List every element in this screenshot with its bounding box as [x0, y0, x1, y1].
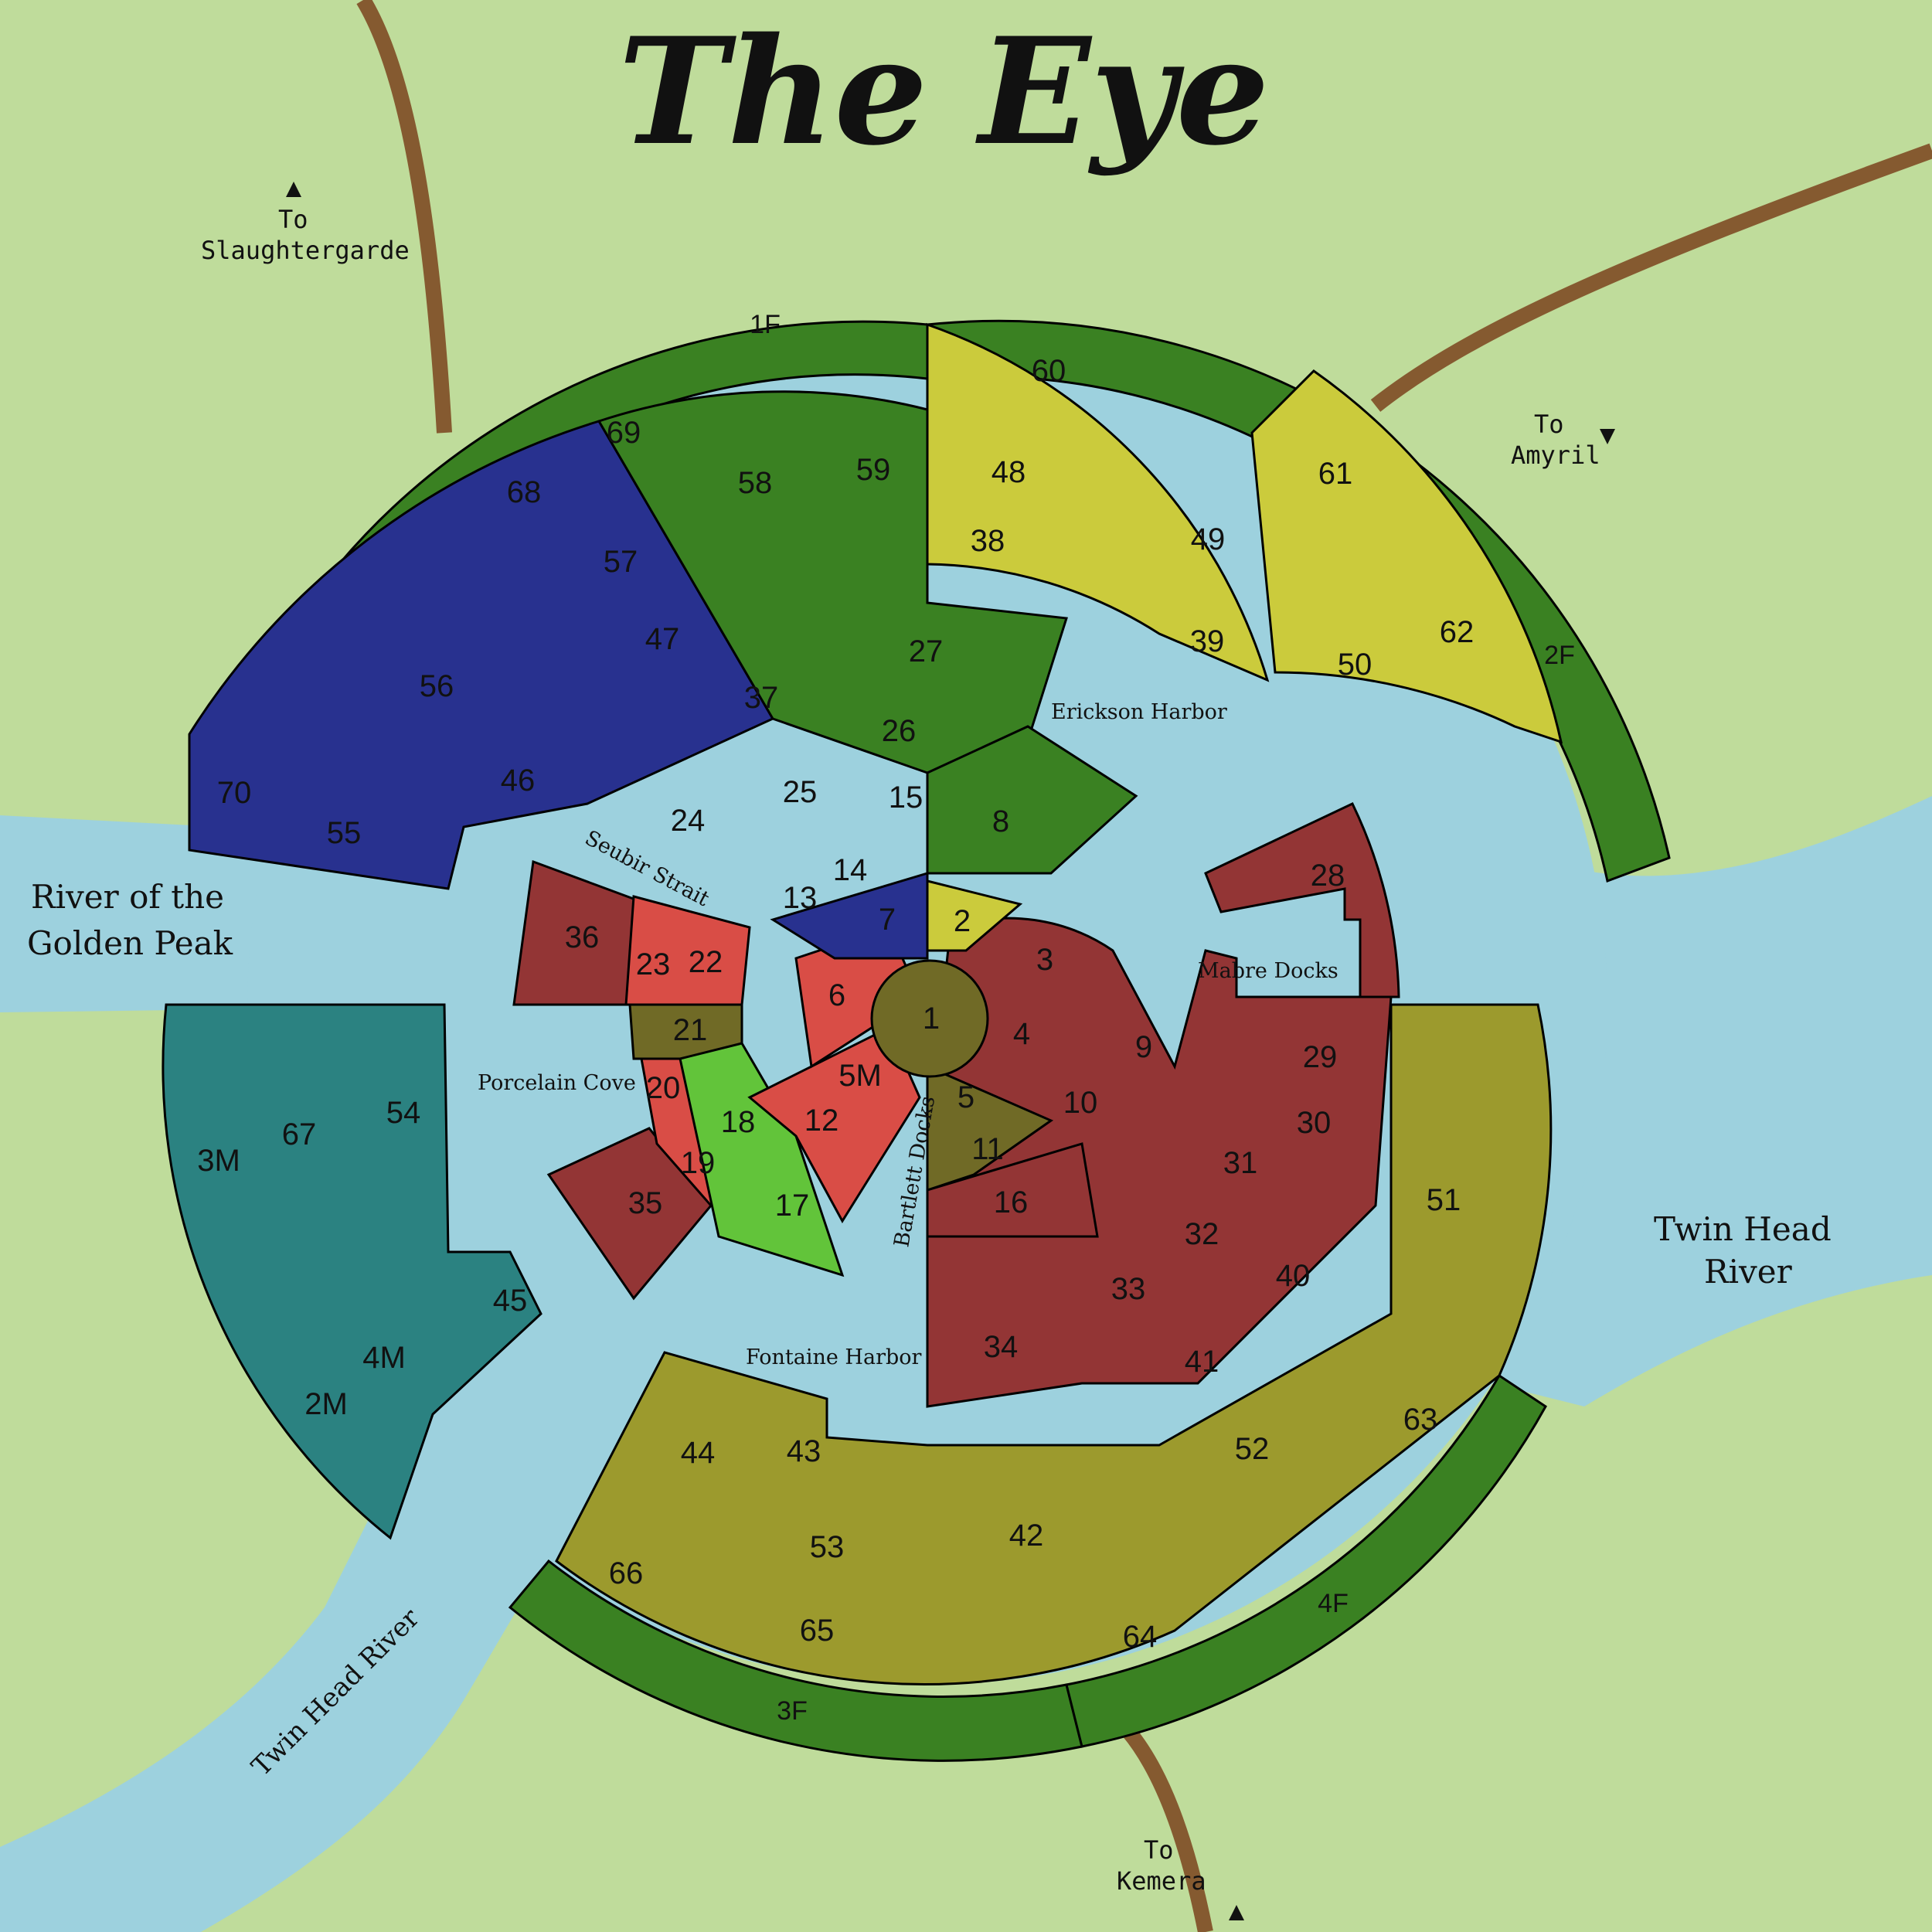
plot-label-52[interactable]: 52: [1235, 1432, 1270, 1466]
plot-label-11[interactable]: 11: [971, 1132, 1004, 1166]
plot-label-60[interactable]: 60: [1032, 354, 1066, 388]
plot-label-17[interactable]: 17: [775, 1189, 810, 1223]
plot-label-69[interactable]: 69: [607, 416, 641, 450]
plot-label-6[interactable]: 6: [828, 978, 845, 1012]
place-erickson-harbor: Erickson Harbor: [1051, 700, 1227, 724]
plot-label-50[interactable]: 50: [1338, 648, 1372, 682]
plot-label-53[interactable]: 53: [810, 1530, 845, 1564]
plot-label-35[interactable]: 35: [628, 1186, 663, 1220]
plot-label-41[interactable]: 41: [1185, 1345, 1219, 1379]
direction-slaughtergarde-line2: Slaughtergarde: [201, 236, 410, 265]
plot-label-34[interactable]: 34: [984, 1330, 1019, 1364]
plot-label-3M[interactable]: 3M: [197, 1144, 240, 1178]
plot-label-51[interactable]: 51: [1427, 1183, 1461, 1217]
plot-label-68[interactable]: 68: [507, 475, 542, 509]
river-golden-peak-line2: Golden Peak: [27, 924, 233, 962]
place-fontaine-harbor: Fontaine Harbor: [746, 1345, 922, 1369]
plot-label-2F[interactable]: 2F: [1544, 641, 1575, 670]
plot-label-70[interactable]: 70: [217, 776, 252, 810]
plot-label-46[interactable]: 46: [501, 764, 536, 798]
plot-label-23[interactable]: 23: [636, 947, 671, 981]
direction-kemera-line1: To: [1144, 1835, 1174, 1865]
plot-label-63[interactable]: 63: [1403, 1403, 1438, 1437]
map-title: The Eye: [618, 5, 1270, 178]
plot-label-5M[interactable]: 5M: [838, 1059, 882, 1093]
plot-label-30[interactable]: 30: [1297, 1106, 1332, 1140]
plot-label-56[interactable]: 56: [420, 669, 454, 703]
plot-label-14[interactable]: 14: [833, 853, 868, 887]
plot-label-16[interactable]: 16: [994, 1185, 1029, 1219]
plot-label-27[interactable]: 27: [909, 634, 944, 668]
plot-label-2M[interactable]: 2M: [304, 1387, 348, 1421]
plot-label-15[interactable]: 15: [889, 781, 923, 815]
plot-label-66[interactable]: 66: [609, 1556, 644, 1590]
plot-label-42[interactable]: 42: [1009, 1519, 1044, 1553]
plot-label-10[interactable]: 10: [1063, 1086, 1098, 1120]
plot-label-49[interactable]: 49: [1191, 522, 1226, 556]
plot-label-57[interactable]: 57: [604, 545, 638, 579]
plot-label-1F[interactable]: 1F: [750, 310, 781, 339]
plot-label-47[interactable]: 47: [645, 622, 680, 656]
plot-label-24[interactable]: 24: [671, 804, 706, 838]
plot-label-13[interactable]: 13: [783, 881, 818, 915]
plot-label-54[interactable]: 54: [386, 1096, 421, 1130]
plot-label-58[interactable]: 58: [738, 466, 773, 500]
plot-label-44[interactable]: 44: [681, 1436, 716, 1470]
plot-label-28[interactable]: 28: [1311, 859, 1345, 893]
plot-label-9[interactable]: 9: [1135, 1030, 1152, 1064]
plot-label-26[interactable]: 26: [882, 714, 917, 748]
plot-label-2[interactable]: 2: [954, 904, 971, 938]
plot-label-64[interactable]: 64: [1123, 1620, 1158, 1654]
plot-label-45[interactable]: 45: [493, 1284, 528, 1318]
plot-label-67[interactable]: 67: [282, 1117, 317, 1151]
plot-label-4[interactable]: 4: [1013, 1017, 1030, 1051]
plot-label-20[interactable]: 20: [646, 1071, 681, 1105]
plot-label-55[interactable]: 55: [327, 816, 362, 850]
direction-amyril-line1: To: [1534, 410, 1564, 439]
map-canvas: The Eye To Slaughtergarde To Amyril To K…: [0, 0, 1932, 1932]
plot-label-31[interactable]: 31: [1223, 1146, 1258, 1180]
plot-label-48[interactable]: 48: [992, 455, 1026, 489]
direction-kemera-line2: Kemera: [1117, 1866, 1206, 1896]
plot-label-37[interactable]: 37: [744, 681, 779, 715]
river-golden-peak-line1: River of the: [31, 878, 224, 916]
plot-label-39[interactable]: 39: [1190, 624, 1225, 658]
plot-label-29[interactable]: 29: [1303, 1040, 1338, 1074]
plot-label-38[interactable]: 38: [971, 524, 1005, 558]
place-porcelain-cove: Porcelain Cove: [478, 1071, 636, 1095]
plot-label-1[interactable]: 1: [923, 1002, 940, 1036]
plot-label-65[interactable]: 65: [800, 1614, 835, 1648]
direction-slaughtergarde-line1: To: [278, 205, 308, 234]
plot-label-43[interactable]: 43: [787, 1434, 821, 1468]
plot-label-61[interactable]: 61: [1318, 457, 1353, 491]
city-map: The Eye To Slaughtergarde To Amyril To K…: [0, 0, 1932, 1932]
river-twin-head-east-line1: Twin Head: [1654, 1210, 1832, 1248]
plot-label-32[interactable]: 32: [1185, 1217, 1219, 1251]
plot-label-18[interactable]: 18: [721, 1105, 756, 1139]
plot-label-3[interactable]: 3: [1036, 943, 1053, 977]
plot-label-59[interactable]: 59: [856, 453, 891, 487]
plot-label-22[interactable]: 22: [689, 945, 723, 979]
plot-label-36[interactable]: 36: [565, 920, 600, 954]
plot-label-33[interactable]: 33: [1111, 1272, 1146, 1306]
plot-label-5[interactable]: 5: [957, 1080, 975, 1114]
plot-label-8[interactable]: 8: [992, 804, 1009, 838]
plot-label-7[interactable]: 7: [879, 903, 896, 937]
plot-label-12[interactable]: 12: [804, 1104, 839, 1138]
plot-label-25[interactable]: 25: [783, 775, 818, 809]
plot-label-62[interactable]: 62: [1440, 615, 1475, 649]
plot-label-40[interactable]: 40: [1276, 1259, 1311, 1293]
river-twin-head-east-line2: River: [1704, 1253, 1793, 1291]
plot-label-4F[interactable]: 4F: [1318, 1589, 1349, 1618]
plot-label-21[interactable]: 21: [673, 1013, 708, 1047]
plot-label-19[interactable]: 19: [681, 1146, 716, 1180]
plot-label-4M[interactable]: 4M: [362, 1341, 406, 1375]
direction-amyril-line2: Amyril: [1511, 440, 1600, 470]
plot-label-3F[interactable]: 3F: [777, 1696, 808, 1726]
place-mabre-docks: Mabre Docks: [1198, 959, 1338, 983]
